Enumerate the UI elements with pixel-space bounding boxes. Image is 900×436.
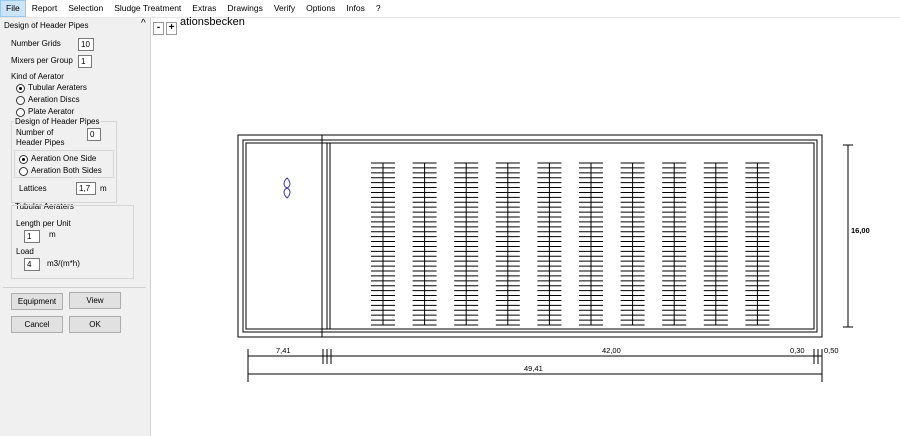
aerator-grid [371,162,395,326]
dim-height: 16,00 [851,226,870,235]
aerator-grid [537,162,562,326]
aerator-grid [745,162,770,326]
aerator-grid [495,162,520,326]
dim-right-b: 0,50 [824,346,839,355]
aerator-grid [703,162,728,326]
aeration-zone [329,142,815,330]
aerator-grid [662,162,687,326]
aerator-grid [412,162,437,326]
dim-main: 42,00 [602,346,621,355]
aerator-grids [371,162,770,326]
dimension-lines [247,144,853,382]
aerator-grid [620,162,645,326]
dim-right-a: 0,30 [790,346,805,355]
dim-left: 7,41 [276,346,291,355]
dim-total: 49,41 [524,364,543,373]
mixer-icon [283,177,291,199]
tank-outer-wall [237,134,823,338]
aerator-grid [579,162,603,326]
drawing-canvas: 16,00 7,41 42,00 0,30 0,50 49,41 [237,134,870,382]
tank-inner-wall [242,139,818,333]
aerator-grid [454,162,479,326]
denitrification-zone [245,142,331,330]
